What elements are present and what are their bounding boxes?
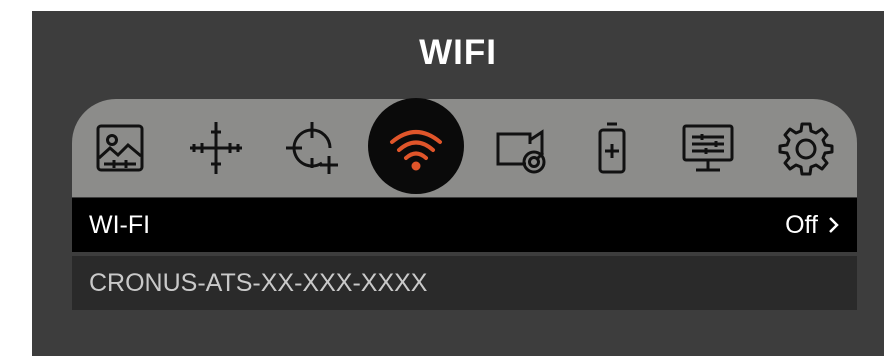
screen: WIFI WI-FI Off CRONUS-ATS-XX-XXX-XXXX — [32, 11, 884, 356]
wifi-value-group: Off — [785, 211, 840, 240]
menu-item-image[interactable] — [72, 99, 168, 197]
menu-item-zeroing[interactable] — [264, 99, 360, 197]
ssid-row: CRONUS-ATS-XX-XXX-XXXX — [72, 256, 857, 310]
battery-icon — [598, 122, 626, 174]
ssid-text: CRONUS-ATS-XX-XXX-XXXX — [89, 268, 428, 297]
wifi-icon — [390, 130, 442, 171]
menu-item-battery[interactable] — [564, 99, 660, 197]
reticle-icon — [190, 122, 242, 174]
gear-icon — [778, 122, 834, 176]
menu-item-wifi[interactable] — [368, 98, 464, 197]
menu-item-recording[interactable] — [472, 99, 568, 197]
crosshair-add-icon — [286, 122, 338, 174]
wifi-status-value: Off — [785, 210, 818, 239]
menu-item-reticle[interactable] — [168, 99, 264, 197]
wifi-label: WI-FI — [89, 210, 151, 239]
chevron-right-icon — [829, 217, 839, 233]
wifi-toggle-row[interactable]: WI-FI Off — [72, 198, 857, 252]
image-settings-icon — [96, 124, 144, 172]
camera-record-icon — [496, 129, 546, 174]
display-settings-icon — [682, 124, 734, 172]
menu-item-display[interactable] — [660, 99, 756, 197]
menu-item-settings[interactable] — [758, 99, 854, 197]
menu-icon-bar — [72, 98, 857, 197]
page-title: WIFI — [419, 33, 497, 72]
